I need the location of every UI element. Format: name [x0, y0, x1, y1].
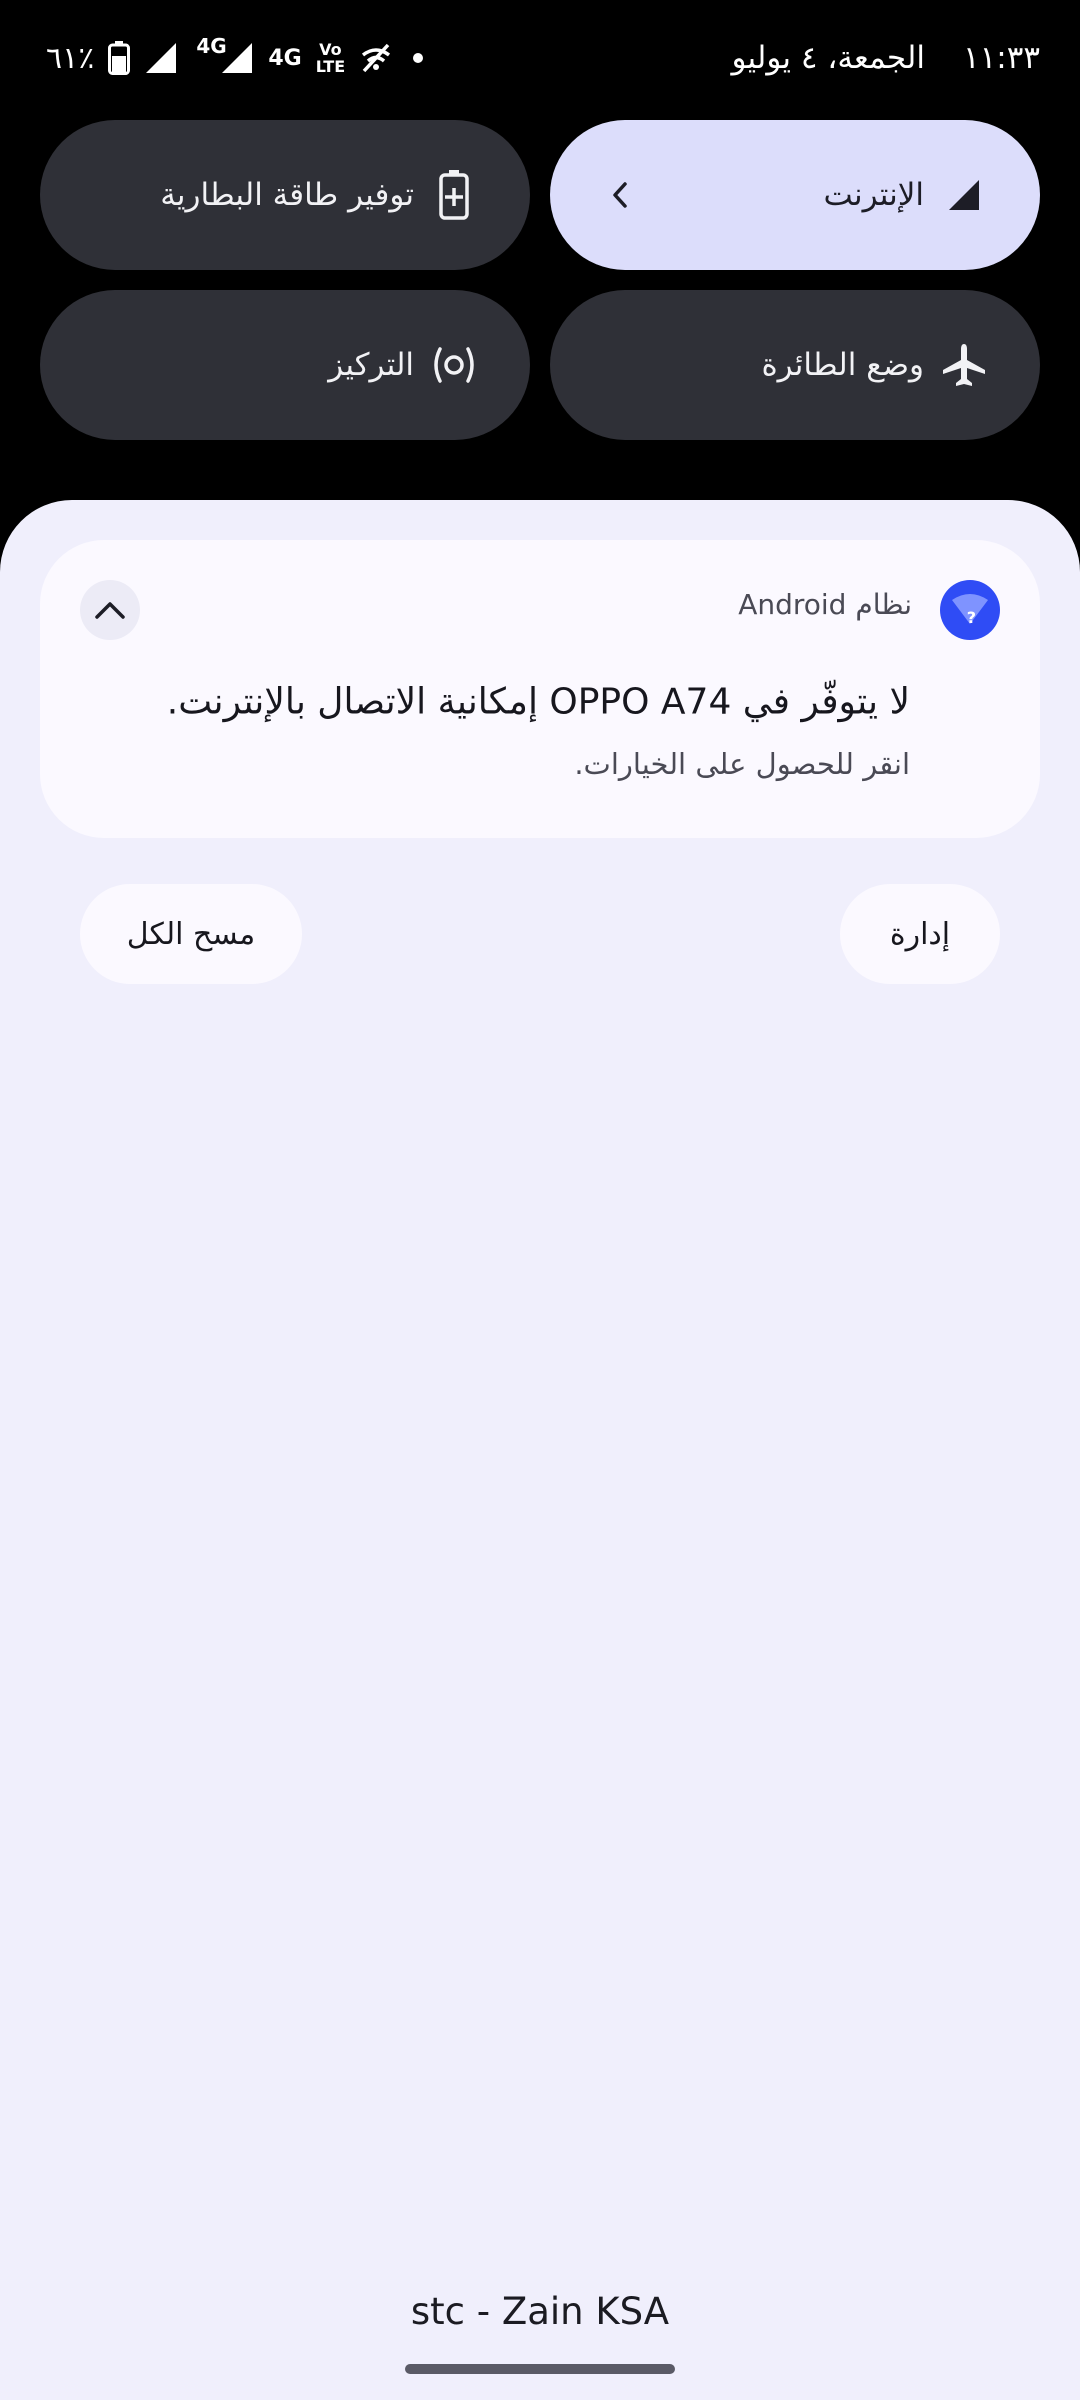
notification-dot: [413, 53, 424, 63]
signal-icon: [934, 165, 994, 225]
tile-battery-saver[interactable]: توفير طاقة البطارية: [40, 120, 530, 270]
signal-icon: [146, 43, 177, 73]
notification-card[interactable]: ? نظام Android لا يتوفّر في OPPO A74 إمك…: [40, 540, 1040, 838]
tile-airplane-label: وضع الطائرة: [761, 347, 924, 383]
tile-focus-label: التركيز: [328, 347, 414, 383]
svg-text:?: ?: [967, 608, 976, 627]
tile-internet[interactable]: الإنترنت: [550, 120, 1040, 270]
volte-indicator: Vo LTE: [315, 40, 346, 76]
status-bar: ٦١٪ 4G 4G Vo LTE ١١:٣٣ الجمعة، ٤ يوليو: [0, 0, 1080, 116]
manage-button-label: إدارة: [889, 916, 951, 952]
battery-percent: ٦١٪: [46, 40, 95, 76]
clock: ١١:٣٣: [962, 40, 1040, 76]
date: الجمعة، ٤ يوليو: [731, 40, 925, 76]
clear-all-button-label: مسح الكل: [126, 916, 256, 952]
status-clock-date: ١١:٣٣ الجمعة، ٤ يوليو: [732, 0, 1040, 116]
screen: ٦١٪ 4G 4G Vo LTE ١١:٣٣ الجمعة، ٤ يوليو ا…: [0, 0, 1080, 2400]
battery-icon: [108, 41, 131, 75]
tile-focus[interactable]: التركيز: [40, 290, 530, 440]
battery-plus-icon: [424, 165, 484, 225]
wifi-off-icon: [362, 43, 391, 73]
tile-battery-saver-label: توفير طاقة البطارية: [160, 177, 414, 213]
chevron-up-icon: [95, 602, 125, 619]
notification-app-name: نظام Android: [738, 588, 912, 621]
tile-airplane-mode[interactable]: وضع الطائرة: [550, 290, 1040, 440]
tile-internet-label: الإنترنت: [823, 177, 924, 213]
network-type-2: 4G: [268, 45, 302, 71]
status-icons: ٦١٪ 4G 4G Vo LTE: [46, 0, 424, 116]
navigation-handle[interactable]: [405, 2364, 675, 2374]
clear-all-button[interactable]: مسح الكل: [80, 884, 302, 984]
manage-button[interactable]: إدارة: [840, 884, 1000, 984]
focus-icon: [424, 335, 484, 395]
notification-shade: ? نظام Android لا يتوفّر في OPPO A74 إمك…: [0, 500, 1080, 2400]
chevron-left-icon[interactable]: [590, 165, 650, 225]
notification-title: لا يتوفّر في OPPO A74 إمكانية الاتصال با…: [166, 681, 910, 723]
collapse-button[interactable]: [80, 580, 140, 640]
wifi-question-icon: ?: [940, 580, 1000, 640]
airplane-icon: [934, 335, 994, 395]
notification-body: انقر للحصول على الخيارات.: [574, 747, 910, 781]
carrier-label: stc - Zain KSA: [410, 2290, 670, 2333]
